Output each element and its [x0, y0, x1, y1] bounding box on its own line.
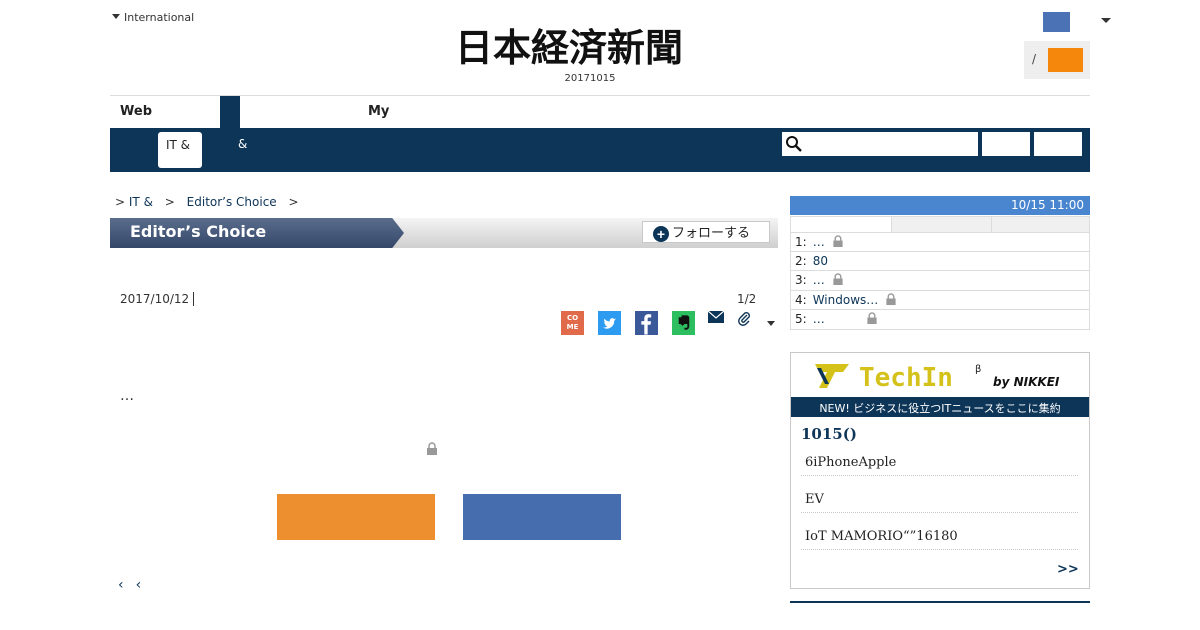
rank-title[interactable]: …: [813, 312, 825, 326]
article-body: …: [120, 388, 134, 404]
evernote-share-icon[interactable]: [672, 311, 695, 335]
nav-tab-web[interactable]: Web: [120, 104, 152, 119]
techin-more-link[interactable]: >>: [1057, 562, 1079, 577]
lock-icon: [867, 312, 877, 325]
breadcrumb: > IT & > Editor’s Choice >: [115, 195, 299, 209]
lock-icon: [886, 293, 896, 305]
prev-page-link[interactable]: ‹: [136, 577, 142, 593]
login-to-read-button[interactable]: [277, 494, 435, 540]
article-date-text: 2017/10/12: [120, 292, 190, 306]
techin-logo[interactable]: TechIn β by NIKKEI: [815, 360, 1070, 394]
rank-number: 4:: [795, 292, 807, 307]
evernote-elephant-icon: [678, 315, 690, 330]
caret-down-icon: [112, 14, 120, 19]
techin-tagline: NEW! ビジネスに役立つITニュースをここに集約: [791, 397, 1089, 417]
techin-item[interactable]: 6iPhoneApple: [801, 455, 1078, 476]
techin-item[interactable]: EV: [801, 492, 1078, 513]
column-title: Editor’s Choice: [110, 218, 404, 248]
international-dropdown[interactable]: International: [112, 11, 194, 24]
chevron-down-icon[interactable]: [1101, 18, 1111, 23]
lock-icon: [833, 273, 843, 286]
ranking-header: 10/15 11:00: [790, 196, 1090, 215]
nav-tab-active[interactable]: [220, 96, 240, 128]
share-come-label: CO ME: [566, 314, 579, 331]
follow-button[interactable]: + フォローする: [642, 221, 770, 243]
rail-divider: [790, 601, 1090, 603]
share-come-icon[interactable]: CO ME: [561, 311, 584, 335]
article-date: 2017/10/12: [120, 292, 195, 306]
techin-mark-icon: [815, 364, 849, 388]
search-input[interactable]: [782, 132, 978, 156]
nav-tab-my[interactable]: My: [368, 104, 389, 119]
account-button[interactable]: [1043, 12, 1070, 32]
ranking-item-4[interactable]: 4: Windows…: [790, 290, 1090, 311]
breadcrumb-item-editors-choice[interactable]: Editor’s Choice: [187, 195, 277, 209]
pagination: ‹ ‹: [118, 577, 153, 593]
rank-number: 3:: [795, 273, 807, 288]
search-icon[interactable]: [785, 135, 803, 153]
clip-icon[interactable]: [737, 310, 751, 326]
ranking-tabs: [790, 216, 1090, 233]
breadcrumb-separator: >: [164, 195, 175, 209]
sub-nav-item-2[interactable]: &: [238, 137, 247, 151]
lock-icon: [427, 442, 437, 455]
register-button[interactable]: [463, 494, 621, 540]
techin-beta: β: [975, 364, 981, 375]
login-button[interactable]: [1048, 48, 1083, 72]
rank-number: 1:: [795, 235, 807, 249]
rank-number: 2:: [795, 253, 807, 268]
masthead-logo[interactable]: 日本経済新聞: [455, 28, 747, 68]
breadcrumb-separator: >: [288, 195, 299, 209]
more-share-caret-icon[interactable]: [767, 321, 775, 326]
lock-icon: [833, 235, 843, 247]
ranking-item-1[interactable]: 1: …: [790, 232, 1090, 252]
techin-item[interactable]: IoT MAMORIO“”16180: [801, 529, 1078, 550]
prev-page-link[interactable]: ‹: [118, 577, 124, 593]
rank-title[interactable]: …: [813, 273, 825, 287]
rank-title[interactable]: Windows…: [813, 293, 879, 307]
techin-date-heading: 1015(): [801, 425, 857, 443]
plus-icon: +: [653, 226, 669, 242]
ranking-item-5[interactable]: 5: …: [790, 310, 1090, 330]
ranking-tab-2[interactable]: [891, 217, 991, 233]
page-indicator: 1/2: [737, 292, 757, 306]
twitter-share-icon[interactable]: [598, 311, 621, 335]
facebook-share-icon[interactable]: [635, 311, 658, 335]
mail-icon[interactable]: [708, 311, 724, 323]
follow-label: フォローする: [672, 225, 751, 240]
ranking-tab-3[interactable]: [991, 217, 1089, 233]
facebook-f-icon: [641, 314, 652, 335]
techin-logo-graphic: TechIn β by NIKKEI: [815, 363, 1060, 393]
rank-title[interactable]: …: [813, 235, 825, 249]
twitter-bird-icon: [602, 318, 617, 329]
edition-date: 20171015: [564, 73, 616, 84]
login-separator: /: [1032, 52, 1037, 66]
advanced-search-button[interactable]: [1034, 132, 1082, 156]
ranking-item-3[interactable]: 3: …: [790, 271, 1090, 291]
header-divider: [110, 95, 1090, 96]
techin-logo-text: TechIn: [859, 363, 953, 393]
international-label: International: [124, 11, 195, 24]
rank-number: 5:: [795, 312, 807, 327]
breadcrumb-separator: >: [115, 195, 126, 209]
techin-by-nikkei: by NIKKEI: [993, 375, 1060, 389]
ranking-item-2[interactable]: 2: 80: [790, 251, 1090, 272]
breadcrumb-item-it[interactable]: IT &: [129, 195, 153, 209]
search-button[interactable]: [982, 132, 1030, 156]
sub-nav-item-it[interactable]: IT &: [158, 132, 202, 168]
divider: [193, 292, 195, 306]
rank-title[interactable]: 80: [813, 254, 828, 268]
ranking-list: 1: … 2: 80 3: … 4: Windows… 5: …: [790, 232, 1090, 330]
